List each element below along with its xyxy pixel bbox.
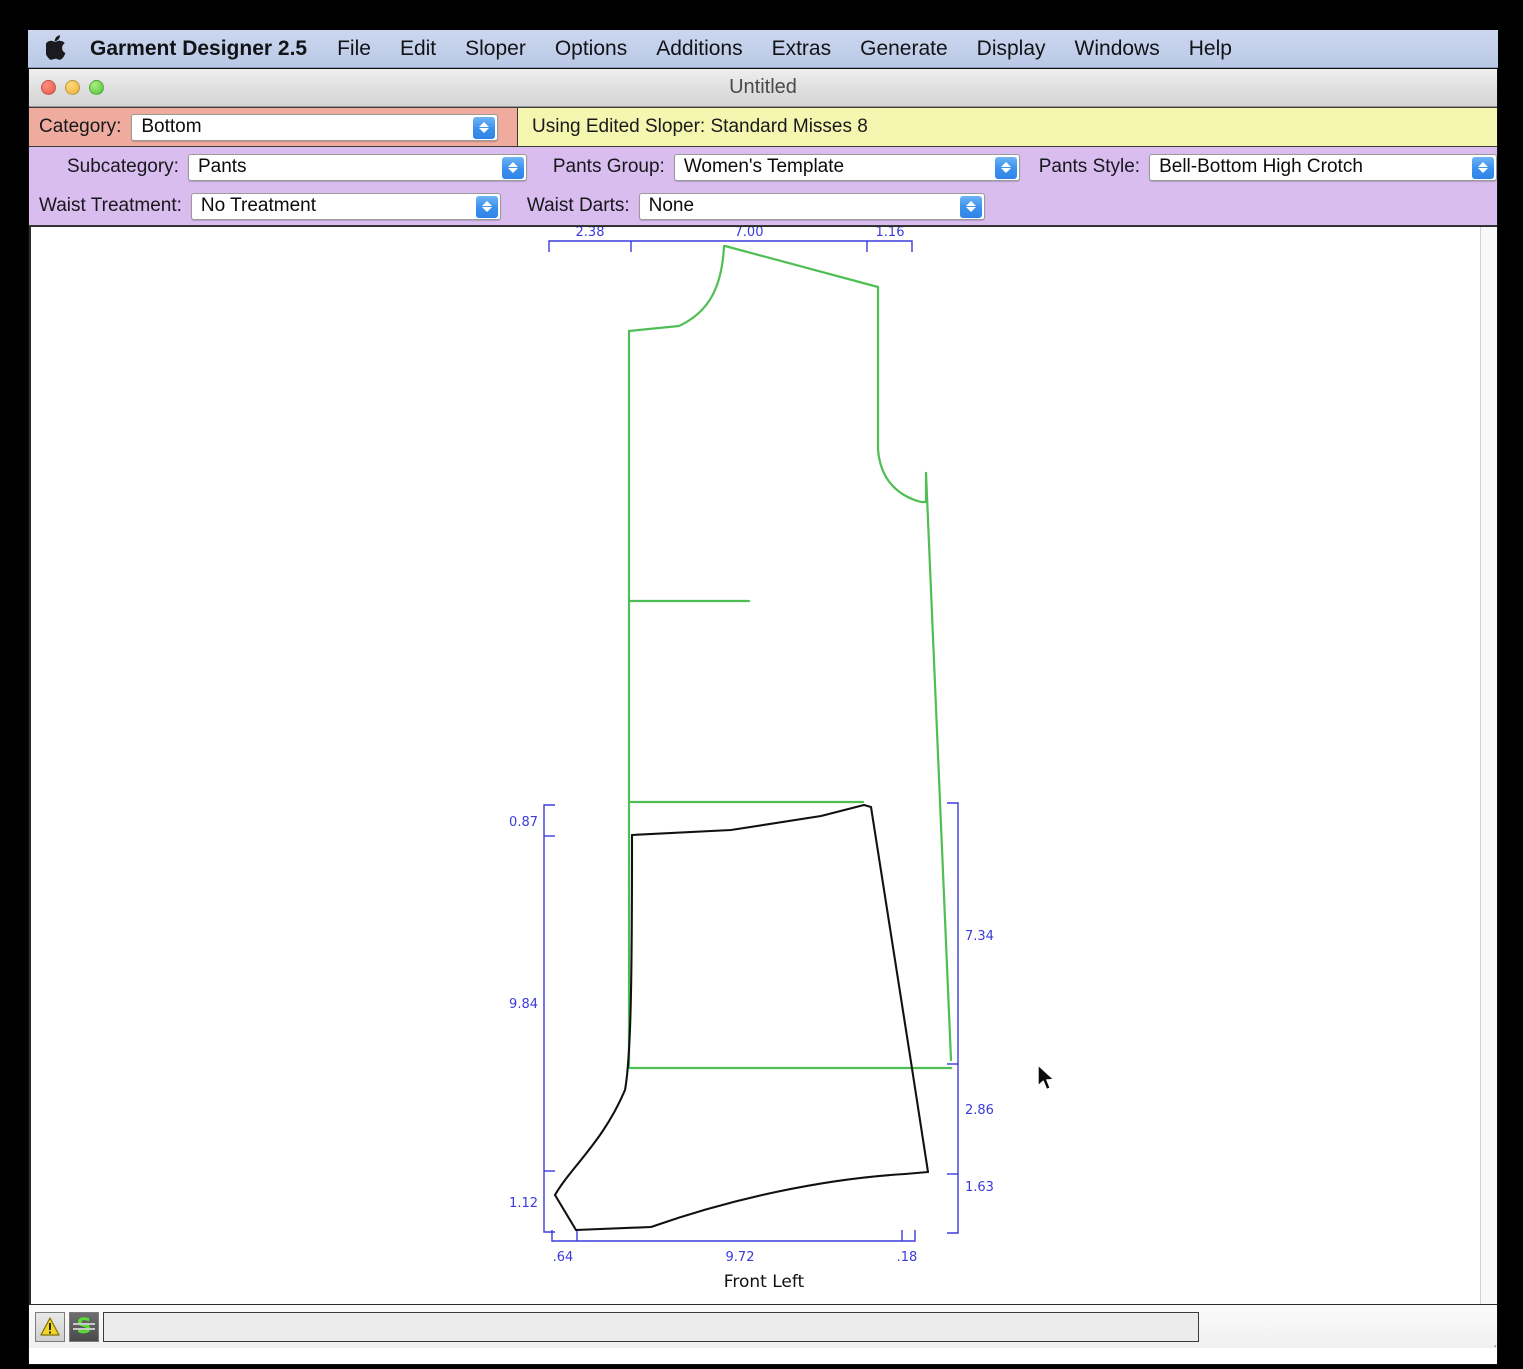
window-titlebar[interactable]: Untitled (29, 69, 1497, 107)
subcategory-row: Subcategory: Pants Pants Group: Women's … (29, 147, 1497, 187)
category-cell: Category: Bottom (29, 107, 518, 147)
waist-darts-select[interactable]: None (638, 192, 985, 220)
dim-bottom-3: .18 (897, 1250, 918, 1265)
menu-item-generate[interactable]: Generate (860, 37, 948, 61)
pants-style-label: Pants Style: (1038, 156, 1141, 177)
subcategory-label: Subcategory: (67, 156, 179, 177)
menu-item-windows[interactable]: Windows (1075, 37, 1160, 61)
waist-darts-label: Waist Darts: (526, 195, 630, 216)
pants-group-value: Women's Template (683, 156, 845, 177)
waist-row: Waist Treatment: No Treatment Waist Dart… (29, 187, 1497, 226)
menu-item-display[interactable]: Display (977, 37, 1046, 61)
dim-top-3: 1.16 (876, 227, 905, 240)
waist-treatment-value: No Treatment (200, 195, 316, 216)
zoom-button[interactable] (89, 80, 104, 95)
control-panel: Category: Bottom Using Edited Sloper: St… (29, 107, 1497, 226)
dim-right-2: 2.86 (965, 1103, 994, 1118)
pattern-piece-outline (553, 803, 930, 1232)
warning-triangle-icon[interactable] (35, 1311, 65, 1342)
status-bar: S (29, 1304, 1497, 1348)
vertical-scrollbar[interactable] (1480, 227, 1497, 1304)
category-label: Category: (39, 116, 122, 137)
chevron-updown-icon[interactable] (1471, 156, 1494, 179)
app-root: Garment Designer 2.5 File Edit Sloper Op… (0, 0, 1523, 1369)
dim-left-3: 1.12 (509, 1196, 538, 1211)
dim-left-2: 9.84 (509, 997, 538, 1012)
pants-style-select[interactable]: Bell-Bottom High Crotch (1149, 153, 1497, 181)
waist-darts-value: None (648, 195, 695, 216)
waist-treatment-label: Waist Treatment: (39, 195, 182, 216)
dim-right-3: 1.63 (965, 1180, 994, 1195)
pants-style-value: Bell-Bottom High Crotch (1159, 156, 1363, 177)
dim-left-1: 0.87 (509, 815, 538, 830)
sloper-banner: Using Edited Sloper: Standard Misses 8 (518, 107, 1497, 147)
pants-group-select[interactable]: Women's Template (673, 153, 1020, 181)
sloper-banner-text: Using Edited Sloper: Standard Misses 8 (532, 116, 868, 137)
document-window: Untitled Category: Bottom Using Edited S… (28, 68, 1498, 1365)
menu-app-title[interactable]: Garment Designer 2.5 (90, 37, 307, 61)
subcategory-value: Pants (197, 156, 247, 177)
subcategory-select[interactable]: Pants (187, 153, 527, 181)
chevron-updown-icon[interactable] (473, 116, 496, 139)
window-title: Untitled (729, 76, 797, 98)
menu-item-options[interactable]: Options (555, 37, 627, 61)
close-button[interactable] (41, 80, 56, 95)
minimize-button[interactable] (65, 80, 80, 95)
category-value: Bottom (141, 116, 202, 137)
resize-grip-icon[interactable] (1479, 1330, 1496, 1347)
sloper-outline (627, 244, 953, 1070)
chevron-updown-icon[interactable] (475, 195, 498, 218)
menu-item-file[interactable]: File (337, 37, 371, 61)
category-select[interactable]: Bottom (131, 113, 499, 141)
status-message-field[interactable] (103, 1311, 1199, 1342)
menu-item-additions[interactable]: Additions (656, 37, 742, 61)
menu-item-help[interactable]: Help (1189, 37, 1232, 61)
category-row: Category: Bottom Using Edited Sloper: St… (29, 107, 1497, 147)
chevron-updown-icon[interactable] (959, 195, 982, 218)
menu-bar: Garment Designer 2.5 File Edit Sloper Op… (28, 30, 1498, 68)
dim-right-1: 7.34 (965, 929, 994, 944)
waist-treatment-select[interactable]: No Treatment (190, 192, 501, 220)
pattern-drawing: 2.38 7.00 1.16 0.87 9.84 1.12 7.34 2.86 … (509, 227, 994, 1265)
dim-bottom-2: 9.72 (726, 1250, 755, 1265)
menu-item-extras[interactable]: Extras (772, 37, 832, 61)
piece-label: Front Left (723, 1272, 805, 1292)
dim-top-2: 7.00 (735, 227, 764, 240)
window-controls (41, 80, 104, 95)
dim-top-1: 2.38 (576, 227, 605, 240)
chevron-updown-icon[interactable] (501, 156, 524, 179)
pattern-canvas[interactable]: 2.38 7.00 1.16 0.87 9.84 1.12 7.34 2.86 … (29, 226, 1497, 1304)
snap-s-icon[interactable]: S (69, 1311, 99, 1342)
dimension-left (543, 804, 555, 1233)
menu-item-sloper[interactable]: Sloper (465, 37, 526, 61)
dim-bottom-1: .64 (553, 1250, 574, 1265)
chevron-updown-icon[interactable] (994, 156, 1017, 179)
menu-item-edit[interactable]: Edit (400, 37, 436, 61)
dimension-bottom (551, 1230, 916, 1242)
pants-group-label: Pants Group: (552, 156, 665, 177)
apple-logo-icon[interactable] (46, 34, 68, 61)
